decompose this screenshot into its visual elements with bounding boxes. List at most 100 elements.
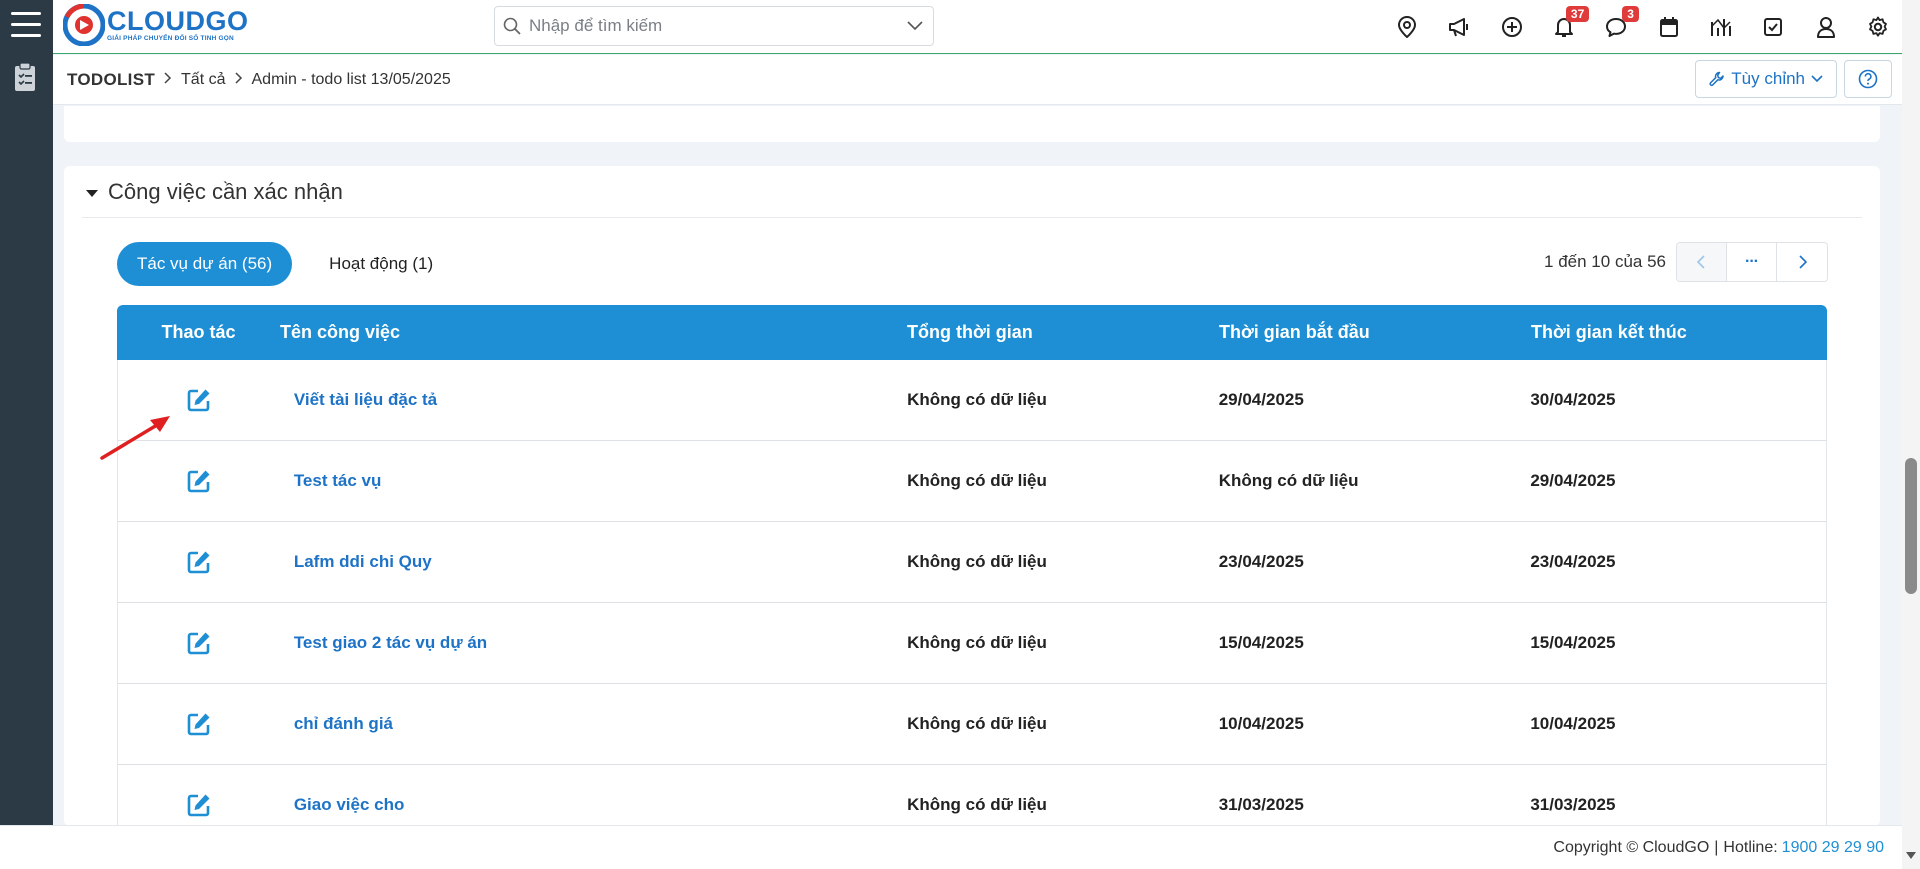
calendar-icon [1659, 17, 1678, 37]
table-row: Viết tài liệu đặc tả Không có dữ liệu 29/0… [117, 360, 1827, 441]
confirmation-tasks-card: Công việc cần xác nhận Tác vụ dự án (56)… [64, 166, 1880, 826]
help-button[interactable] [1844, 60, 1892, 98]
task-name-link[interactable]: Viết tài liệu đặc tả [281, 390, 907, 410]
messages-button[interactable]: 3 [1590, 0, 1642, 54]
edit-button[interactable] [185, 386, 213, 414]
location-button[interactable] [1381, 0, 1433, 54]
profile-button[interactable] [1799, 0, 1851, 54]
edit-button[interactable] [185, 629, 213, 657]
announcement-button[interactable] [1433, 0, 1485, 54]
search-input[interactable] [529, 16, 897, 36]
edit-icon [188, 794, 210, 817]
logo-text: CLOUDGO [107, 5, 249, 36]
prev-page-button[interactable] [1677, 243, 1727, 281]
breadcrumb: TODOLIST Tất cả Admin - todo list 13/05/… [67, 55, 451, 105]
total-time-cell: Không có dữ liệu [907, 633, 1047, 652]
column-header-task-name[interactable]: Tên công việc [280, 322, 907, 343]
task-name-link[interactable]: Lafm ddi chi Quy [281, 552, 907, 572]
start-time-cell: 23/04/2025 [1218, 552, 1304, 571]
quick-add-button[interactable] [1486, 0, 1538, 54]
pagination-info: 1 đến 10 của 56 [1544, 252, 1666, 271]
annotation-arrow [100, 416, 170, 460]
user-icon [1816, 17, 1835, 38]
settings-button[interactable] [1852, 0, 1904, 54]
header-icon-bar: 37 3 [1381, 0, 1904, 54]
chevron-down-icon[interactable] [907, 21, 923, 31]
plus-circle-icon [1501, 17, 1522, 37]
next-page-button[interactable] [1777, 243, 1827, 281]
more-pages-label: ··· [1745, 253, 1759, 270]
table-header: Thao tác Tên công việc Tổng thời gian Th… [117, 305, 1827, 360]
row-actions-cell [118, 629, 281, 657]
edit-button[interactable] [185, 548, 213, 576]
message-badge: 3 [1622, 6, 1639, 22]
end-time-cell: 15/04/2025 [1530, 633, 1616, 652]
hotline-number[interactable]: 1900 29 29 90 [1782, 839, 1884, 857]
task-name-link[interactable]: chỉ đánh giá [281, 714, 907, 734]
footer-separator: | [1714, 838, 1719, 856]
start-time-cell: Không có dữ liệu [1218, 471, 1359, 490]
chevron-down-icon [1811, 75, 1823, 83]
end-time-cell: 23/04/2025 [1530, 552, 1616, 571]
row-actions-cell [118, 467, 281, 495]
checkbox-icon [1764, 18, 1783, 36]
table-row: chỉ đánh giá Không có dữ liệu 10/04/2025 10… [117, 684, 1827, 765]
start-time-cell: 31/03/2025 [1218, 795, 1304, 814]
customize-label: Tùy chỉnh [1731, 69, 1805, 88]
edit-button[interactable] [185, 710, 213, 738]
breadcrumb-level1[interactable]: Tất cả [181, 71, 225, 89]
location-icon [1398, 16, 1417, 38]
edit-button[interactable] [185, 791, 213, 819]
edit-icon [188, 551, 210, 574]
gear-icon [1868, 16, 1887, 37]
task-name-link[interactable]: Test tác vụ [281, 471, 907, 491]
start-time-cell: 15/04/2025 [1218, 633, 1304, 652]
tab-project-tasks[interactable]: Tác vụ dự án (56) [117, 242, 293, 286]
logo-tagline: GIẢI PHÁP CHUYỂN ĐỔI SỐ TINH GỌN [107, 34, 234, 42]
scroll-down-arrow-icon[interactable] [1906, 852, 1916, 859]
column-header-end-time[interactable]: Thời gian kết thúc [1531, 322, 1827, 343]
total-time-cell: Không có dữ liệu [907, 390, 1047, 409]
total-time-cell: Không có dữ liệu [907, 795, 1047, 814]
scrollbar-thumb[interactable] [1905, 458, 1917, 594]
section-title: Công việc cần xác nhận [108, 178, 343, 204]
customize-button[interactable]: Tùy chỉnh [1695, 60, 1837, 98]
calendar-button[interactable] [1642, 0, 1694, 54]
todolist-clipboard-icon[interactable] [13, 62, 37, 92]
task-name-link[interactable]: Giao việc cho [281, 795, 907, 815]
menu-toggle-icon[interactable] [11, 12, 41, 38]
more-pages-button[interactable]: ··· [1727, 243, 1777, 281]
table-row: Giao việc cho Không có dữ liệu 31/03/2025 3… [117, 765, 1827, 826]
reports-button[interactable] [1695, 0, 1747, 54]
table-row: Lafm ddi chi Quy Không có dữ liệu 23/04/20… [117, 522, 1827, 603]
edit-icon [188, 713, 210, 736]
row-actions-cell [118, 791, 281, 819]
chart-icon [1710, 18, 1731, 36]
search-icon [503, 17, 521, 35]
task-name-link[interactable]: Test giao 2 tác vụ dự án [281, 633, 907, 653]
edit-icon [188, 389, 210, 412]
caret-down-icon [86, 189, 98, 197]
end-time-cell: 29/04/2025 [1530, 471, 1616, 490]
tasks-table: Thao tác Tên công việc Tổng thời gian Th… [117, 305, 1827, 826]
column-header-total-time[interactable]: Tổng thời gian [907, 322, 1219, 343]
total-time-cell: Không có dữ liệu [907, 471, 1047, 490]
global-search[interactable] [494, 6, 934, 46]
footer: Copyright © CloudGO | Hotline: 1900 29 2… [0, 825, 1902, 869]
tasks-button[interactable] [1747, 0, 1799, 54]
top-header: CLOUDGO GIẢI PHÁP CHUYỂN ĐỔI SỐ TINH GỌN… [53, 0, 1920, 54]
breadcrumb-root[interactable]: TODOLIST [67, 70, 155, 90]
vertical-scrollbar[interactable] [1902, 0, 1920, 869]
cloudgo-logo[interactable]: CLOUDGO GIẢI PHÁP CHUYỂN ĐỔI SỐ TINH GỌN [63, 0, 249, 50]
tab-activities[interactable]: Hoạt động (1) [309, 242, 453, 286]
copyright-text: Copyright © CloudGO [1553, 838, 1710, 856]
notification-badge: 37 [1565, 6, 1590, 22]
column-header-start-time[interactable]: Thời gian bắt đầu [1219, 322, 1531, 343]
end-time-cell: 30/04/2025 [1530, 390, 1616, 409]
breadcrumb-bar: TODOLIST Tất cả Admin - todo list 13/05/… [53, 55, 1902, 105]
edit-button[interactable] [185, 467, 213, 495]
chevron-right-icon [164, 71, 172, 89]
notifications-button[interactable]: 37 [1538, 0, 1590, 54]
row-actions-cell [118, 548, 281, 576]
section-header[interactable]: Công việc cần xác nhận [82, 166, 1862, 218]
